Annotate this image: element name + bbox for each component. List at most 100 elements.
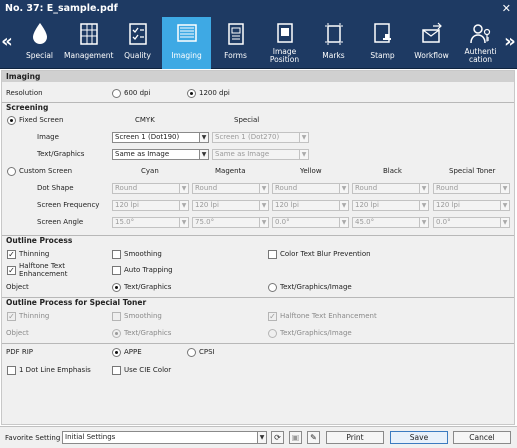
object-text-graphics-label: Text/Graphics [124,283,172,291]
frequency-special-select: 120 lpi ▼ [433,200,510,211]
special-object-text-graphics-image-radio [268,329,277,338]
color-text-blur-checkbox[interactable] [268,250,277,259]
tab-label: Special [25,51,54,60]
section-header-screening: Screening [2,102,514,112]
print-button[interactable]: Print [326,431,384,444]
special-object-text-graphics-label: Text/Graphics [124,329,172,337]
auto-trapping-checkbox[interactable] [112,266,121,275]
page-position-icon [274,22,296,46]
select-value: Round [355,184,378,192]
object-label: Object [6,283,29,291]
thinning-checkbox[interactable]: ✓ [7,250,16,259]
cmyk-column-header: CMYK [135,116,155,124]
angle-magenta-select: 75.0° ▼ [192,217,269,228]
text-graphics-label: Text/Graphics [37,150,85,158]
tab-stamp[interactable]: Stamp [358,17,407,69]
resolution-600-radio[interactable] [112,89,121,98]
tab-imaging[interactable]: Imaging [162,17,211,69]
pdf-rip-appe-radio[interactable] [112,348,121,357]
image-label: Image [37,133,59,141]
favorite-setting-select[interactable]: Initial Settings ▼ [62,431,267,444]
crop-marks-icon [323,22,345,46]
select-value: Round [195,184,218,192]
select-value: Same as Image [215,150,270,158]
scroll-right-icon[interactable]: » [503,17,517,69]
chevron-down-icon: ▼ [199,133,208,142]
checklist-icon [127,22,149,46]
select-value: 120 lpi [355,201,379,209]
tab-management[interactable]: Management [64,17,113,69]
use-cie-color-label: Use CIE Color [124,366,172,374]
image-special-select: Screen 1 (Dot270) ▼ [212,132,309,143]
dot-line-emphasis-checkbox[interactable] [7,366,16,375]
chevron-down-icon: ▼ [179,184,188,193]
divider [2,343,514,344]
resolution-label: Resolution [6,89,43,97]
select-value: Screen 1 (Dot270) [215,133,280,141]
angle-yellow-select: 0.0° ▼ [272,217,349,228]
tab-label: Management [64,51,114,60]
fixed-screen-radio[interactable] [7,116,16,125]
chevron-down-icon: ▼ [339,218,348,227]
refresh-icon[interactable]: ⟳ [271,431,284,444]
save-button[interactable]: Save [390,431,448,444]
chevron-down-icon: ▼ [500,218,509,227]
select-value: Same as Image [115,150,170,158]
title-bar: No. 37: E_sample.pdf ✕ [0,0,517,17]
chevron-down-icon: ▼ [500,184,509,193]
close-icon[interactable]: ✕ [502,0,511,17]
custom-screen-radio[interactable] [7,167,16,176]
tab-label: Image Position [269,47,300,64]
tab-workflow[interactable]: Workflow [407,17,456,69]
object-text-graphics-image-radio[interactable] [268,283,277,292]
tab-marks[interactable]: Marks [309,17,358,69]
smoothing-checkbox[interactable] [112,250,121,259]
chevron-down-icon: ▼ [259,201,268,210]
select-value: 75.0° [195,218,215,226]
chevron-down-icon: ▼ [299,133,308,142]
special-thinning-checkbox: ✓ [7,312,16,321]
frequency-magenta-select: 120 lpi ▼ [192,200,269,211]
stamp-icon [372,22,394,46]
frequency-black-select: 120 lpi ▼ [352,200,429,211]
object-text-graphics-image-label: Text/Graphics/Image [280,283,352,291]
tab-image-position[interactable]: Image Position [260,17,309,69]
tab-label: Stamp [370,51,395,60]
pdf-rip-cpsi-radio[interactable] [187,348,196,357]
screen-frequency-label: Screen Frequency [37,201,100,209]
tab-quality[interactable]: Quality [113,17,162,69]
chevron-down-icon: ▼ [299,150,308,159]
save-favorite-icon[interactable]: ▣ [289,431,302,444]
tab-label: Authenti cation [464,47,497,64]
chevron-down-icon: ▼ [257,432,266,443]
chevron-down-icon: ▼ [339,184,348,193]
text-graphics-cmyk-select[interactable]: Same as Image ▼ [112,149,209,160]
pdf-rip-cpsi-label: CPSI [199,348,215,356]
select-value: 120 lpi [436,201,460,209]
tab-authentication[interactable]: Authenti cation [456,17,505,69]
form-document-icon [225,22,247,46]
angle-black-select: 45.0° ▼ [352,217,429,228]
tab-label: Forms [224,51,247,60]
scroll-left-icon[interactable]: « [0,17,14,69]
frequency-yellow-select: 120 lpi ▼ [272,200,349,211]
use-cie-color-checkbox[interactable] [112,366,121,375]
special-object-text-graphics-image-label: Text/Graphics/Image [280,329,352,337]
tab-forms[interactable]: Forms [211,17,260,69]
auto-trapping-label: Auto Trapping [124,266,173,274]
cancel-button[interactable]: Cancel [453,431,511,444]
tab-label: Marks [322,51,345,60]
edit-favorite-icon[interactable]: ✎ [307,431,320,444]
chevron-down-icon: ▼ [179,218,188,227]
halftone-text-label: Halftone Text Enhancement [19,262,68,278]
dot-line-emphasis-label: 1 Dot Line Emphasis [19,366,91,374]
select-value: 0.0° [436,218,451,226]
resolution-1200-radio[interactable] [187,89,196,98]
object-text-graphics-radio[interactable] [112,283,121,292]
tab-special[interactable]: Special [15,17,64,69]
image-cmyk-select[interactable]: Screen 1 (Dot190) ▼ [112,132,209,143]
grid-document-icon [78,22,100,46]
angle-cyan-select: 15.0° ▼ [112,217,189,228]
halftone-text-checkbox[interactable]: ✓ [7,266,16,275]
select-value: Round [436,184,459,192]
